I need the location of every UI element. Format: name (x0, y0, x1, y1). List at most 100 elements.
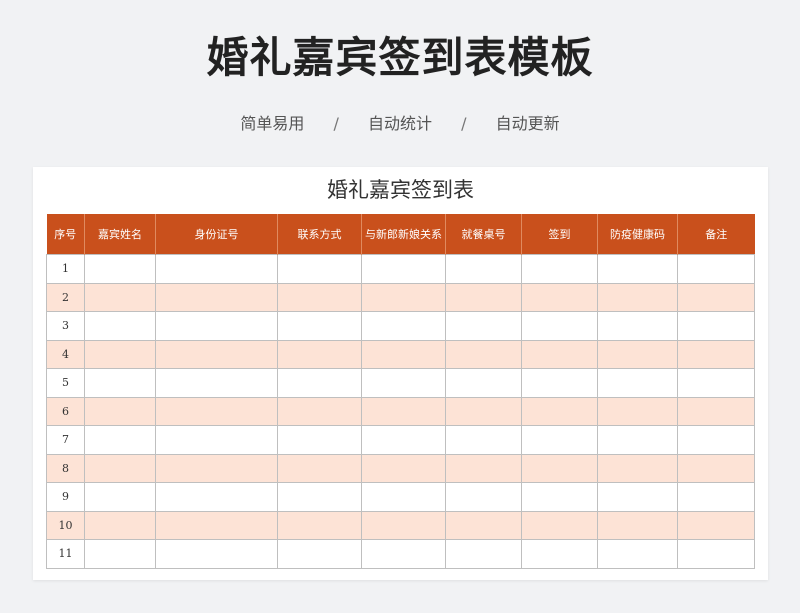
table-cell[interactable] (677, 339, 755, 369)
table-cell[interactable] (597, 539, 678, 569)
table-cell[interactable] (521, 539, 598, 569)
table-cell[interactable] (521, 368, 598, 398)
table-row: 9 (46, 482, 755, 512)
table-cell[interactable] (677, 482, 755, 512)
table-cell[interactable] (155, 510, 278, 540)
table-cell[interactable] (677, 368, 755, 398)
table-cell[interactable] (597, 254, 678, 284)
table-cell[interactable] (155, 339, 278, 369)
table-cell[interactable] (277, 368, 362, 398)
table-cell[interactable] (155, 368, 278, 398)
table-cell[interactable] (597, 282, 678, 312)
table-cell[interactable] (521, 482, 598, 512)
table-cell[interactable] (155, 425, 278, 455)
table-cell[interactable] (84, 510, 156, 540)
table-cell[interactable] (677, 254, 755, 284)
table-cell[interactable] (597, 453, 678, 483)
table-cell[interactable] (84, 311, 156, 341)
table-cell[interactable] (277, 482, 362, 512)
table-cell[interactable] (277, 311, 362, 341)
table-cell[interactable] (677, 396, 755, 426)
table-cell[interactable] (84, 254, 156, 284)
table-cell[interactable] (277, 425, 362, 455)
table-cell[interactable] (445, 425, 522, 455)
table-cell[interactable] (597, 311, 678, 341)
table-cell[interactable] (445, 311, 522, 341)
table-cell[interactable] (597, 368, 678, 398)
table-cell[interactable] (597, 339, 678, 369)
row-index-cell: 11 (46, 539, 85, 569)
col-header-contact: 联系方式 (277, 214, 362, 255)
table-cell[interactable] (361, 311, 446, 341)
table-cell[interactable] (521, 396, 598, 426)
table-cell[interactable] (84, 396, 156, 426)
table-cell[interactable] (84, 425, 156, 455)
table-cell[interactable] (155, 311, 278, 341)
table-cell[interactable] (277, 453, 362, 483)
table-cell[interactable] (84, 453, 156, 483)
table-cell[interactable] (521, 282, 598, 312)
table-cell[interactable] (84, 282, 156, 312)
table-cell[interactable] (361, 254, 446, 284)
table-cell[interactable] (445, 453, 522, 483)
row-index-cell: 10 (46, 510, 85, 540)
table-cell[interactable] (521, 339, 598, 369)
table-cell[interactable] (445, 368, 522, 398)
table-cell[interactable] (521, 311, 598, 341)
table-cell[interactable] (155, 282, 278, 312)
table-cell[interactable] (597, 396, 678, 426)
col-header-health-code: 防疫健康码 (597, 214, 678, 255)
table-cell[interactable] (84, 368, 156, 398)
sheet-title: 婚礼嘉宾签到表 (327, 178, 474, 202)
table-cell[interactable] (677, 311, 755, 341)
table-cell[interactable] (277, 510, 362, 540)
table-cell[interactable] (445, 339, 522, 369)
table-cell[interactable] (155, 453, 278, 483)
table-cell[interactable] (445, 482, 522, 512)
table-cell[interactable] (84, 539, 156, 569)
table-cell[interactable] (361, 453, 446, 483)
table-cell[interactable] (84, 482, 156, 512)
table-cell[interactable] (277, 254, 362, 284)
table-cell[interactable] (155, 396, 278, 426)
table-cell[interactable] (677, 510, 755, 540)
table-cell[interactable] (84, 339, 156, 369)
table-cell[interactable] (277, 282, 362, 312)
table-cell[interactable] (677, 425, 755, 455)
table-cell[interactable] (277, 396, 362, 426)
table-cell[interactable] (361, 339, 446, 369)
table-cell[interactable] (155, 254, 278, 284)
table-cell[interactable] (361, 282, 446, 312)
table-cell[interactable] (361, 425, 446, 455)
table-cell[interactable] (445, 396, 522, 426)
table-cell[interactable] (597, 510, 678, 540)
table-cell[interactable] (155, 482, 278, 512)
table-cell[interactable] (445, 282, 522, 312)
table-cell[interactable] (277, 339, 362, 369)
table-cell[interactable] (361, 539, 446, 569)
table-cell[interactable] (521, 425, 598, 455)
table-cell[interactable] (677, 282, 755, 312)
table-cell[interactable] (361, 510, 446, 540)
table-cell[interactable] (597, 425, 678, 455)
table-cell[interactable] (445, 254, 522, 284)
table-cell[interactable] (677, 453, 755, 483)
col-header-relation: 与新郎新娘关系 (361, 214, 446, 255)
table-cell[interactable] (521, 510, 598, 540)
table-cell[interactable] (597, 482, 678, 512)
table-cell[interactable] (277, 539, 362, 569)
table-cell[interactable] (445, 510, 522, 540)
row-index-cell: 8 (46, 453, 85, 483)
table-cell[interactable] (155, 539, 278, 569)
table-row: 1 (46, 254, 755, 284)
table-cell[interactable] (361, 482, 446, 512)
table-cell[interactable] (445, 539, 522, 569)
table-cell[interactable] (677, 539, 755, 569)
table-cell[interactable] (361, 368, 446, 398)
table-row: 6 (46, 396, 755, 426)
signin-table: 序号 嘉宾姓名 身份证号 联系方式 与新郎新娘关系 就餐桌号 签到 防疫健康码 … (46, 214, 755, 569)
table-cell[interactable] (361, 396, 446, 426)
table-cell[interactable] (521, 453, 598, 483)
table-cell[interactable] (521, 254, 598, 284)
feature-easy: 简单易用 (240, 114, 305, 133)
